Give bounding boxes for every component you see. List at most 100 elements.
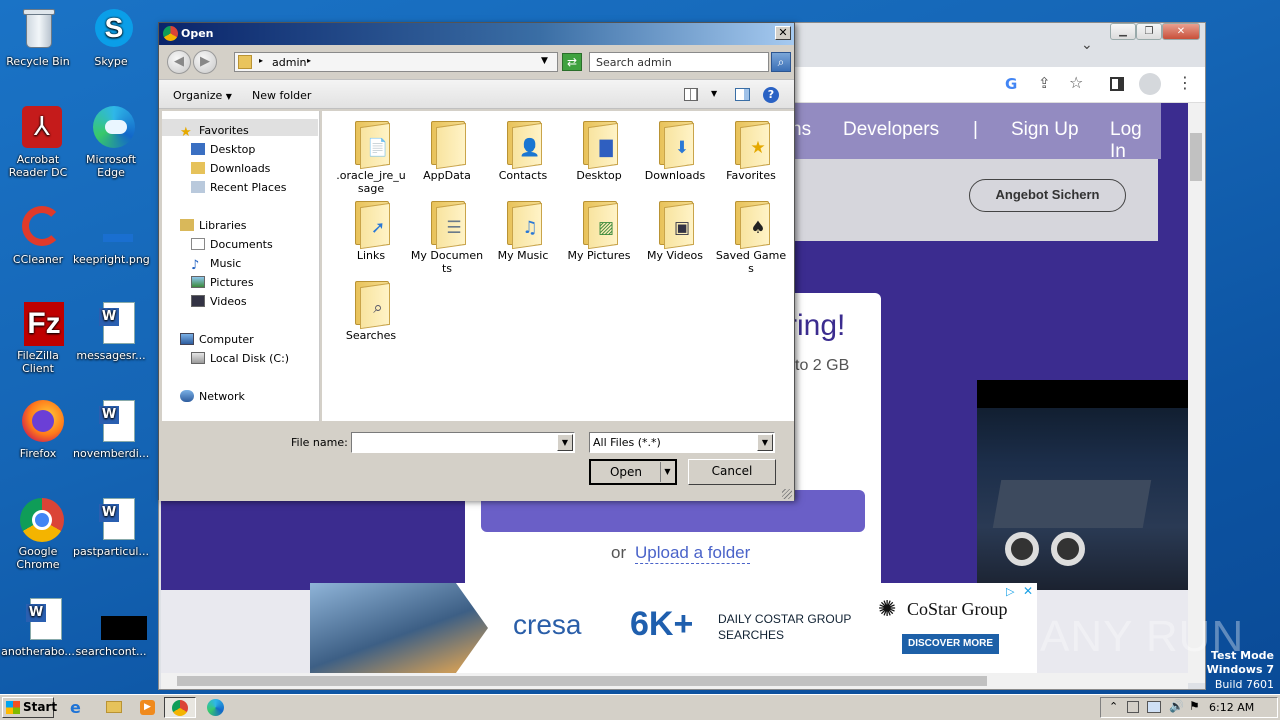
nav-local-disk[interactable]: Local Disk (C:) [191, 352, 289, 365]
preview-pane-icon[interactable] [735, 88, 750, 101]
explorer-quicklaunch-icon[interactable] [104, 698, 124, 718]
horizontal-scrollbar[interactable] [161, 673, 1188, 689]
profile-avatar-icon[interactable] [1139, 73, 1161, 95]
file-item[interactable]: 📄 .oracle_jre_usage [334, 119, 408, 195]
address-breadcrumb[interactable]: ▸ admin ▸ ▼ [234, 52, 558, 72]
maximize-button[interactable]: ❐ [1136, 23, 1162, 40]
desktop-icon-chrome[interactable]: Google Chrome [0, 496, 76, 571]
ad-close-icon[interactable]: ✕ [1023, 584, 1033, 598]
edge-taskbar-icon[interactable] [206, 698, 226, 718]
nav-videos[interactable]: Videos [191, 295, 247, 308]
file-item[interactable]: ♫ My Music [486, 199, 560, 262]
file-item[interactable]: AppData [410, 119, 484, 182]
volume-tray-icon[interactable]: 🔊 [1169, 699, 1184, 713]
desktop-icon-firefox[interactable]: Firefox [0, 398, 76, 460]
dialog-close-button[interactable]: ✕ [775, 26, 791, 40]
file-item[interactable]: ♠ Saved Games [714, 199, 788, 275]
chevron-down-icon[interactable]: ▼ [557, 434, 573, 451]
computer-icon [180, 333, 194, 345]
nav-computer[interactable]: Computer [180, 333, 254, 346]
browser-menu-icon[interactable]: ⋮ [1177, 73, 1193, 92]
desktop-icon-ccleaner[interactable]: CCleaner [0, 204, 76, 266]
promo-button[interactable]: Angebot Sichern [969, 179, 1126, 212]
vertical-scrollbar[interactable] [1188, 103, 1205, 683]
breadcrumb-chevron-icon[interactable]: ▸ [307, 56, 311, 65]
breadcrumb-current[interactable]: admin [272, 56, 306, 69]
new-folder-button[interactable]: New folder [252, 89, 311, 102]
search-icon[interactable]: ⌕ [771, 52, 791, 72]
ad-cta-button[interactable]: DISCOVER MORE [902, 634, 999, 654]
tray-expand-icon[interactable]: ⌃ [1109, 700, 1118, 713]
nav-desktop[interactable]: Desktop [191, 143, 255, 156]
file-item[interactable]: ⬇ Downloads [638, 119, 712, 182]
search-input[interactable]: Search admin [589, 52, 769, 72]
file-item[interactable]: ▨ My Pictures [562, 199, 636, 262]
nav-link-sign-up[interactable]: Sign Up [1011, 119, 1079, 141]
nav-recent-places[interactable]: Recent Places [191, 181, 287, 194]
upload-folder-link[interactable]: Upload a folder [635, 543, 751, 564]
cancel-button[interactable]: Cancel [688, 459, 776, 485]
share-icon[interactable]: ⇪ [1038, 74, 1051, 92]
back-button[interactable]: ◀ [167, 50, 191, 74]
nav-pictures[interactable]: Pictures [191, 276, 254, 289]
file-item[interactable]: ★ Favorites [714, 119, 788, 182]
advertisement-banner[interactable]: cresa 6K+ DAILY COSTAR GROUP SEARCHES ✺ … [310, 583, 1037, 673]
nav-music[interactable]: ♪ Music [191, 257, 241, 273]
file-name-input[interactable]: ▼ [351, 432, 575, 453]
file-item[interactable]: ▣ My Videos [638, 199, 712, 262]
chrome-taskbar-button[interactable] [164, 697, 196, 718]
dialog-titlebar[interactable]: Open ✕ [159, 23, 794, 45]
desktop-icon-edge[interactable]: Microsoft Edge [73, 104, 149, 179]
flag-tray-icon[interactable]: ⚑ [1189, 699, 1200, 713]
desktop-icon-word-doc[interactable]: W novemberdi... [73, 398, 149, 460]
view-options-icon[interactable] [684, 88, 698, 101]
file-item[interactable]: ▇ Desktop [562, 119, 636, 182]
nav-link-developers[interactable]: Developers [843, 119, 939, 141]
desktop-icon-word-doc[interactable]: W anotherabo... [0, 596, 76, 658]
nav-favorites[interactable]: ★ Favorites [180, 124, 249, 140]
address-dropdown-icon[interactable]: ▼ [541, 56, 548, 66]
organize-menu[interactable]: Organize ▼ [173, 89, 232, 102]
tab-list-chevron-icon[interactable]: ⌄ [1081, 37, 1093, 53]
desktop-icon-recycle-bin[interactable]: Recycle Bin [0, 6, 76, 68]
nav-documents[interactable]: Documents [191, 238, 273, 251]
close-window-button[interactable]: ✕ [1162, 23, 1200, 40]
forward-button[interactable]: ▶ [193, 50, 217, 74]
file-item[interactable]: ☰ My Documents [410, 199, 484, 275]
file-type-select[interactable]: All Files (*.*) ▼ [589, 432, 775, 453]
bookmark-star-icon[interactable]: ☆ [1069, 73, 1083, 92]
resize-grip-icon[interactable] [782, 489, 792, 499]
desktop-icon-filezilla[interactable]: Fz FileZilla Client [0, 300, 76, 375]
open-button[interactable]: Open ▼ [589, 459, 677, 485]
nav-network[interactable]: Network [180, 390, 245, 403]
file-item[interactable]: ⌕ Searches [334, 279, 408, 342]
system-tray: ⌃ 🔊 ⚑ 6:12 AM [1100, 697, 1278, 718]
file-item[interactable]: ➚ Links [334, 199, 408, 262]
network-tray-icon[interactable] [1147, 701, 1161, 713]
file-item[interactable]: 👤 Contacts [486, 119, 560, 182]
minimize-button[interactable]: ▁ [1110, 23, 1136, 40]
media-player-quicklaunch-icon[interactable]: ▶ [138, 698, 158, 718]
refresh-icon[interactable]: ⇄ [562, 53, 582, 71]
edge-icon [87, 104, 135, 150]
google-icon[interactable]: G [1005, 75, 1017, 93]
nav-libraries[interactable]: Libraries [180, 219, 247, 232]
desktop-icon-keepright[interactable]: keepright.png [73, 204, 150, 266]
adchoices-icon[interactable]: ▷ [1006, 585, 1020, 599]
nav-downloads[interactable]: Downloads [191, 162, 270, 175]
desktop-icon-acrobat[interactable]: ⅄ Acrobat Reader DC [0, 104, 76, 179]
ie-quicklaunch-icon[interactable]: e [70, 698, 90, 718]
breadcrumb-chevron-icon[interactable]: ▸ [259, 56, 263, 65]
help-icon[interactable]: ? [763, 87, 779, 103]
desktop-icon-word-doc[interactable]: W messagesr... [73, 300, 149, 362]
desktop-icon-skype[interactable]: S Skype [73, 6, 149, 68]
start-button[interactable]: Start [2, 697, 57, 718]
side-panel-icon[interactable] [1110, 77, 1124, 91]
chevron-down-icon[interactable]: ▼ [757, 434, 773, 451]
chevron-down-icon[interactable]: ▼ [660, 462, 674, 482]
desktop-icon-word-doc[interactable]: W pastparticul... [73, 496, 149, 558]
desktop-icon-searchcont[interactable]: searchcont... [73, 596, 149, 658]
nav-link-log-in[interactable]: Log In [1110, 119, 1161, 163]
view-dropdown-icon[interactable]: ▼ [711, 89, 717, 98]
tray-app-icon[interactable] [1127, 701, 1139, 713]
